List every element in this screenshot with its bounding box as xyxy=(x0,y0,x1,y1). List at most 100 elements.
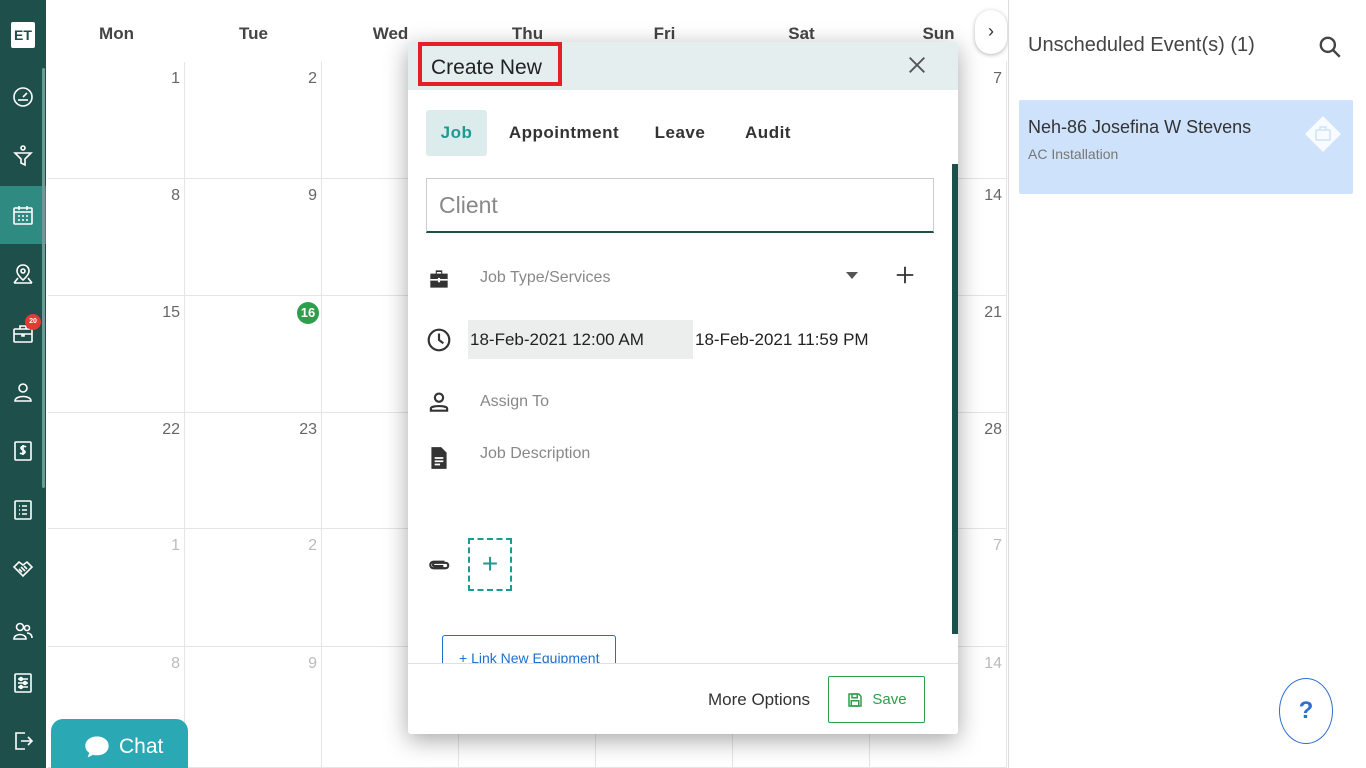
list-icon xyxy=(14,500,32,520)
help-button[interactable]: ? xyxy=(1279,678,1333,744)
description-row-icon xyxy=(426,445,452,471)
add-attachment-button[interactable]: + xyxy=(468,538,512,591)
calendar-day-cell-today[interactable]: 16 xyxy=(185,296,322,413)
toggle-panel-button[interactable]: › xyxy=(975,10,1007,54)
day-number: 15 xyxy=(162,304,180,321)
nav-deals[interactable] xyxy=(0,540,46,598)
day-header-sat: Sat xyxy=(788,24,815,43)
assign-to-field[interactable]: Assign To xyxy=(480,393,549,411)
create-new-dialog: Create New Job Appointment Leave Audit J… xyxy=(408,42,958,734)
nav-calendar[interactable] xyxy=(0,186,46,244)
nav-logout[interactable] xyxy=(0,712,46,768)
floppy-disk-icon xyxy=(848,692,863,707)
day-number: 2 xyxy=(308,537,317,554)
calendar-day-cell[interactable]: 22 xyxy=(48,413,185,529)
jobs-count-badge: 20 xyxy=(25,314,41,330)
event-title: Neh-86 Josefina W Stevens xyxy=(1028,117,1252,137)
tab-audit[interactable]: Audit xyxy=(736,110,800,156)
day-number: 14 xyxy=(984,655,1002,672)
search-icon[interactable] xyxy=(1317,34,1343,60)
nav-map[interactable] xyxy=(0,245,46,303)
day-number: 23 xyxy=(299,421,317,438)
day-number: 21 xyxy=(984,304,1002,321)
funnel-icon xyxy=(13,145,33,167)
dialog-scrollbar[interactable] xyxy=(952,164,958,634)
settings-sliders-icon xyxy=(14,673,32,693)
team-icon xyxy=(13,622,33,640)
nav-dashboard[interactable] xyxy=(0,68,46,126)
sidebar: ET 20 xyxy=(0,0,46,768)
calendar-day-cell[interactable]: 23 xyxy=(185,413,322,529)
unscheduled-event-card[interactable]: Neh-86 Josefina W Stevens AC Installatio… xyxy=(1019,100,1353,194)
start-datetime-field[interactable]: 18-Feb-2021 12:00 AM xyxy=(468,320,693,359)
day-number: 9 xyxy=(308,187,317,204)
time-row-icon xyxy=(426,327,452,353)
day-header-fri: Fri xyxy=(653,24,676,43)
job-type-row-icon xyxy=(426,266,452,292)
map-pin-icon xyxy=(13,264,33,284)
job-type-select[interactable]: Job Type/Services xyxy=(480,269,610,287)
sidebar-scrollbar[interactable] xyxy=(42,68,45,488)
close-icon[interactable] xyxy=(906,54,928,76)
clock-icon xyxy=(427,328,451,352)
chat-label: Chat xyxy=(119,734,164,758)
calendar-day-cell[interactable]: 15 xyxy=(48,296,185,413)
document-icon xyxy=(431,447,447,469)
tab-job[interactable]: Job xyxy=(426,110,487,156)
tab-appointment[interactable]: Appointment xyxy=(506,110,622,156)
attachment-row-icon xyxy=(426,552,452,578)
day-header-thu: Thu xyxy=(511,24,544,43)
calendar-day-cell[interactable]: 2 xyxy=(185,529,322,647)
user-icon xyxy=(14,383,32,402)
day-number: 2 xyxy=(308,70,317,87)
more-options-button[interactable]: More Options xyxy=(708,690,810,710)
briefcase-icon xyxy=(430,270,448,288)
day-number: 9 xyxy=(308,655,317,672)
dialog-title: Create New xyxy=(431,56,542,79)
calendar-day-cell[interactable]: 1 xyxy=(48,529,185,647)
day-number: 1 xyxy=(171,537,180,554)
handshake-icon xyxy=(12,560,34,578)
save-button[interactable]: Save xyxy=(828,676,925,723)
unscheduled-events-panel: Unscheduled Event(s) (1) Neh-86 Josefina… xyxy=(1008,0,1366,768)
job-description-field[interactable]: Job Description xyxy=(480,445,590,463)
dashboard-icon xyxy=(13,87,33,107)
day-number: 7 xyxy=(993,70,1002,87)
calendar-day-cell[interactable]: 1 xyxy=(48,62,185,179)
tab-leave[interactable]: Leave xyxy=(646,110,714,156)
calendar-day-cell[interactable]: 8 xyxy=(48,179,185,296)
nav-invoices[interactable] xyxy=(0,422,46,480)
nav-leads[interactable] xyxy=(0,127,46,185)
add-job-type-button[interactable] xyxy=(894,264,916,286)
calendar-day-cell[interactable]: 9 xyxy=(185,179,322,296)
calendar-icon xyxy=(13,206,33,225)
end-datetime-field[interactable]: 18-Feb-2021 11:59 PM xyxy=(695,320,869,359)
chevron-down-icon[interactable] xyxy=(846,272,858,279)
client-input[interactable] xyxy=(426,178,934,233)
person-icon xyxy=(429,392,449,412)
calendar-day-cell[interactable]: 2 xyxy=(185,62,322,179)
logout-icon xyxy=(15,732,34,750)
chat-button[interactable]: Chat xyxy=(51,719,188,768)
day-number: 28 xyxy=(984,421,1002,438)
calendar-day-cell[interactable]: 9 xyxy=(185,647,322,768)
save-label: Save xyxy=(872,691,907,708)
day-number: 7 xyxy=(993,537,1002,554)
unscheduled-events-title: Unscheduled Event(s) (1) xyxy=(1028,34,1255,56)
day-number: 14 xyxy=(984,187,1002,204)
nav-jobs[interactable]: 20 xyxy=(0,304,46,362)
dialog-footer: More Options Save xyxy=(408,663,958,734)
day-header-wed: Wed xyxy=(372,24,409,43)
dialog-header: Create New xyxy=(408,42,958,90)
nav-team[interactable] xyxy=(0,602,46,660)
day-number: 8 xyxy=(171,655,180,672)
day-number: 1 xyxy=(171,70,180,87)
nav-clients[interactable] xyxy=(0,363,46,421)
today-marker: 16 xyxy=(297,302,319,324)
dollar-icon xyxy=(14,441,32,461)
event-subtitle: AC Installation xyxy=(1028,146,1119,162)
chat-bubble-icon xyxy=(85,736,109,757)
nav-reports[interactable] xyxy=(0,481,46,539)
assign-row-icon xyxy=(426,389,452,415)
nav-settings[interactable] xyxy=(0,654,46,712)
